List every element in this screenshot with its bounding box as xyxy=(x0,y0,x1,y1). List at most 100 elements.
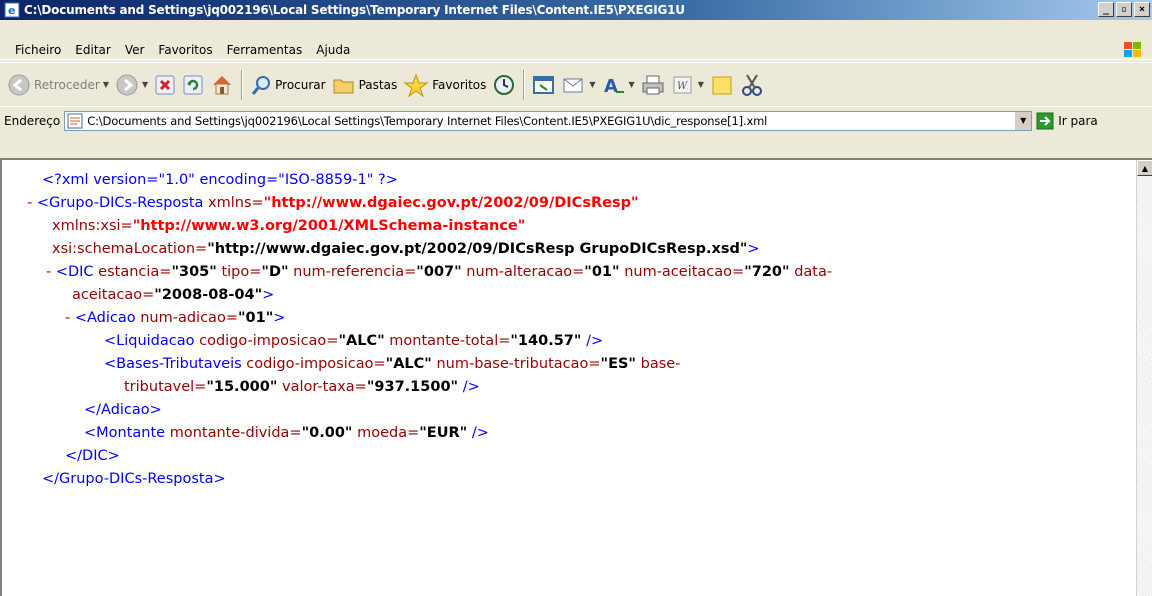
forward-dropdown-icon[interactable]: ▼ xyxy=(142,80,148,89)
font-size-button[interactable]: A ▼ xyxy=(599,67,638,103)
forward-button[interactable]: ▼ xyxy=(112,67,151,103)
attr-value: "15.000" xyxy=(206,379,278,395)
address-bar: Endereço C:\Documents and Settings\jq002… xyxy=(0,106,1152,134)
address-label: Endereço xyxy=(4,113,61,128)
tag: <Grupo-DICs-Resposta xyxy=(36,195,204,211)
attr-value: "01" xyxy=(237,310,274,326)
tag: </DIC> xyxy=(65,448,120,464)
toolbar: Retroceder ▼ ▼ Procurar Pastas Favoritos… xyxy=(0,62,1152,106)
tag: </Adicao> xyxy=(84,402,162,418)
close-button[interactable]: × xyxy=(1134,2,1150,17)
attr-name: num-alteracao= xyxy=(466,264,585,280)
xml-montante: <Montante montante-divida="0.00" moeda="… xyxy=(84,423,489,443)
xml-adicao-open: - <Adicao num-adicao="01"> xyxy=(65,308,285,328)
edit-word-button[interactable]: W ▼ xyxy=(668,67,707,103)
page-icon xyxy=(67,113,83,128)
tag: <Montante xyxy=(84,425,166,441)
menu-ferramentas[interactable]: Ferramentas xyxy=(220,43,310,57)
scroll-up-icon[interactable]: ▲ xyxy=(1137,160,1152,176)
attr-name: montante-total= xyxy=(389,333,511,349)
mail-icon xyxy=(563,78,583,92)
attr-name: xmlns:xsi= xyxy=(52,218,133,234)
favorites-button[interactable]: Favoritos xyxy=(400,67,489,103)
xml-root-open: - <Grupo-DICs-Resposta xmlns="http://www… xyxy=(27,193,639,213)
go-arrow-icon xyxy=(1036,112,1054,129)
xml-content-area: <?xml version="1.0" encoding="ISO-8859-1… xyxy=(0,158,1152,596)
attr-name: base- xyxy=(640,356,681,372)
collapse-root-toggle[interactable]: - xyxy=(27,195,32,211)
attr-value: "140.57" xyxy=(510,333,582,349)
back-button[interactable]: Retroceder ▼ xyxy=(4,67,112,103)
attr-value: "2008-08-04" xyxy=(154,287,263,303)
tag: <Liquidacao xyxy=(104,333,195,349)
print-button[interactable] xyxy=(638,67,668,103)
attr-value: "ALC" xyxy=(338,333,385,349)
media-icon xyxy=(533,75,555,94)
attr-value: "0.00" xyxy=(301,425,353,441)
tag: > xyxy=(262,287,275,303)
refresh-button[interactable] xyxy=(179,67,207,103)
word-icon: W xyxy=(673,76,692,93)
xml-dic-close: </DIC> xyxy=(65,446,120,466)
attr-name: codigo-imposicao= xyxy=(246,356,386,372)
attr-name: valor-taxa= xyxy=(282,379,367,395)
vertical-scrollbar[interactable]: ▲ xyxy=(1136,160,1152,596)
history-icon xyxy=(494,74,515,95)
xml-root-attr-line: xmlns:xsi="http://www.w3.org/2001/XMLSch… xyxy=(52,216,525,236)
tag: /> xyxy=(586,333,604,349)
menu-favoritos[interactable]: Favoritos xyxy=(151,43,219,57)
media-button[interactable] xyxy=(529,67,559,103)
tag: </Grupo-DICs-Resposta> xyxy=(42,471,226,487)
menu-ver[interactable]: Ver xyxy=(118,43,152,57)
search-button[interactable]: Procurar xyxy=(247,67,328,103)
xml-declaration: <?xml version="1.0" encoding="ISO-8859-1… xyxy=(42,170,398,190)
history-button[interactable] xyxy=(489,67,519,103)
attr-value: "01" xyxy=(584,264,620,280)
stop-icon xyxy=(155,75,175,94)
tag: /> xyxy=(471,425,489,441)
title-bar: e C:\Documents and Settings\jq002196\Loc… xyxy=(0,0,1152,20)
go-button[interactable]: Ir para xyxy=(1036,112,1098,130)
menu-ajuda[interactable]: Ajuda xyxy=(309,43,357,57)
attr-name: codigo-imposicao= xyxy=(199,333,339,349)
address-dropdown-icon[interactable]: ▼ xyxy=(1014,111,1032,130)
folders-button[interactable]: Pastas xyxy=(329,67,401,103)
xml-root-close: </Grupo-DICs-Resposta> xyxy=(42,469,226,489)
menu-editar[interactable]: Editar xyxy=(68,43,118,57)
tag: <Adicao xyxy=(74,310,136,326)
attr-name: tributavel= xyxy=(124,379,207,395)
tag: /> xyxy=(462,379,480,395)
attr-value: "937.1500" xyxy=(366,379,459,395)
svg-text:A: A xyxy=(604,76,618,96)
home-button[interactable] xyxy=(207,67,237,103)
search-icon xyxy=(251,75,271,95)
back-dropdown-icon[interactable]: ▼ xyxy=(103,80,109,89)
restore-button[interactable]: ▫ xyxy=(1116,2,1132,17)
xml-decl-text: <?xml version="1.0" encoding="ISO-8859-1… xyxy=(42,172,398,188)
address-input[interactable]: C:\Documents and Settings\jq002196\Local… xyxy=(64,110,1033,131)
attr-name: data- xyxy=(794,264,833,280)
search-label: Procurar xyxy=(275,77,326,92)
window-title: C:\Documents and Settings\jq002196\Local… xyxy=(24,3,685,17)
cut-button[interactable] xyxy=(737,67,767,103)
collapse-dic-toggle[interactable]: - xyxy=(46,264,51,280)
xml-bases-attr-line: tributavel="15.000" valor-taxa="937.1500… xyxy=(124,377,480,397)
menu-ficheiro[interactable]: Ficheiro xyxy=(8,43,68,57)
home-icon xyxy=(213,75,232,94)
tag: > xyxy=(273,310,286,326)
font-size-dropdown-icon[interactable]: ▼ xyxy=(629,80,635,89)
attr-name: num-referencia= xyxy=(293,264,417,280)
favorites-star-icon xyxy=(403,73,429,97)
note-button[interactable] xyxy=(707,67,737,103)
xml-dic-open: - <DIC estancia="305" tipo="D" num-refer… xyxy=(46,262,832,282)
edit-dropdown-icon[interactable]: ▼ xyxy=(698,80,704,89)
windows-logo-icon xyxy=(1124,42,1141,57)
scissors-icon xyxy=(741,73,762,96)
minimize-button[interactable]: _ xyxy=(1098,2,1114,17)
attr-name: num-aceitacao= xyxy=(624,264,745,280)
attr-name: xmlns= xyxy=(208,195,264,211)
mail-dropdown-icon[interactable]: ▼ xyxy=(589,80,595,89)
collapse-adicao-toggle[interactable]: - xyxy=(65,310,70,326)
stop-button[interactable] xyxy=(151,67,179,103)
mail-button[interactable]: ▼ xyxy=(559,67,598,103)
